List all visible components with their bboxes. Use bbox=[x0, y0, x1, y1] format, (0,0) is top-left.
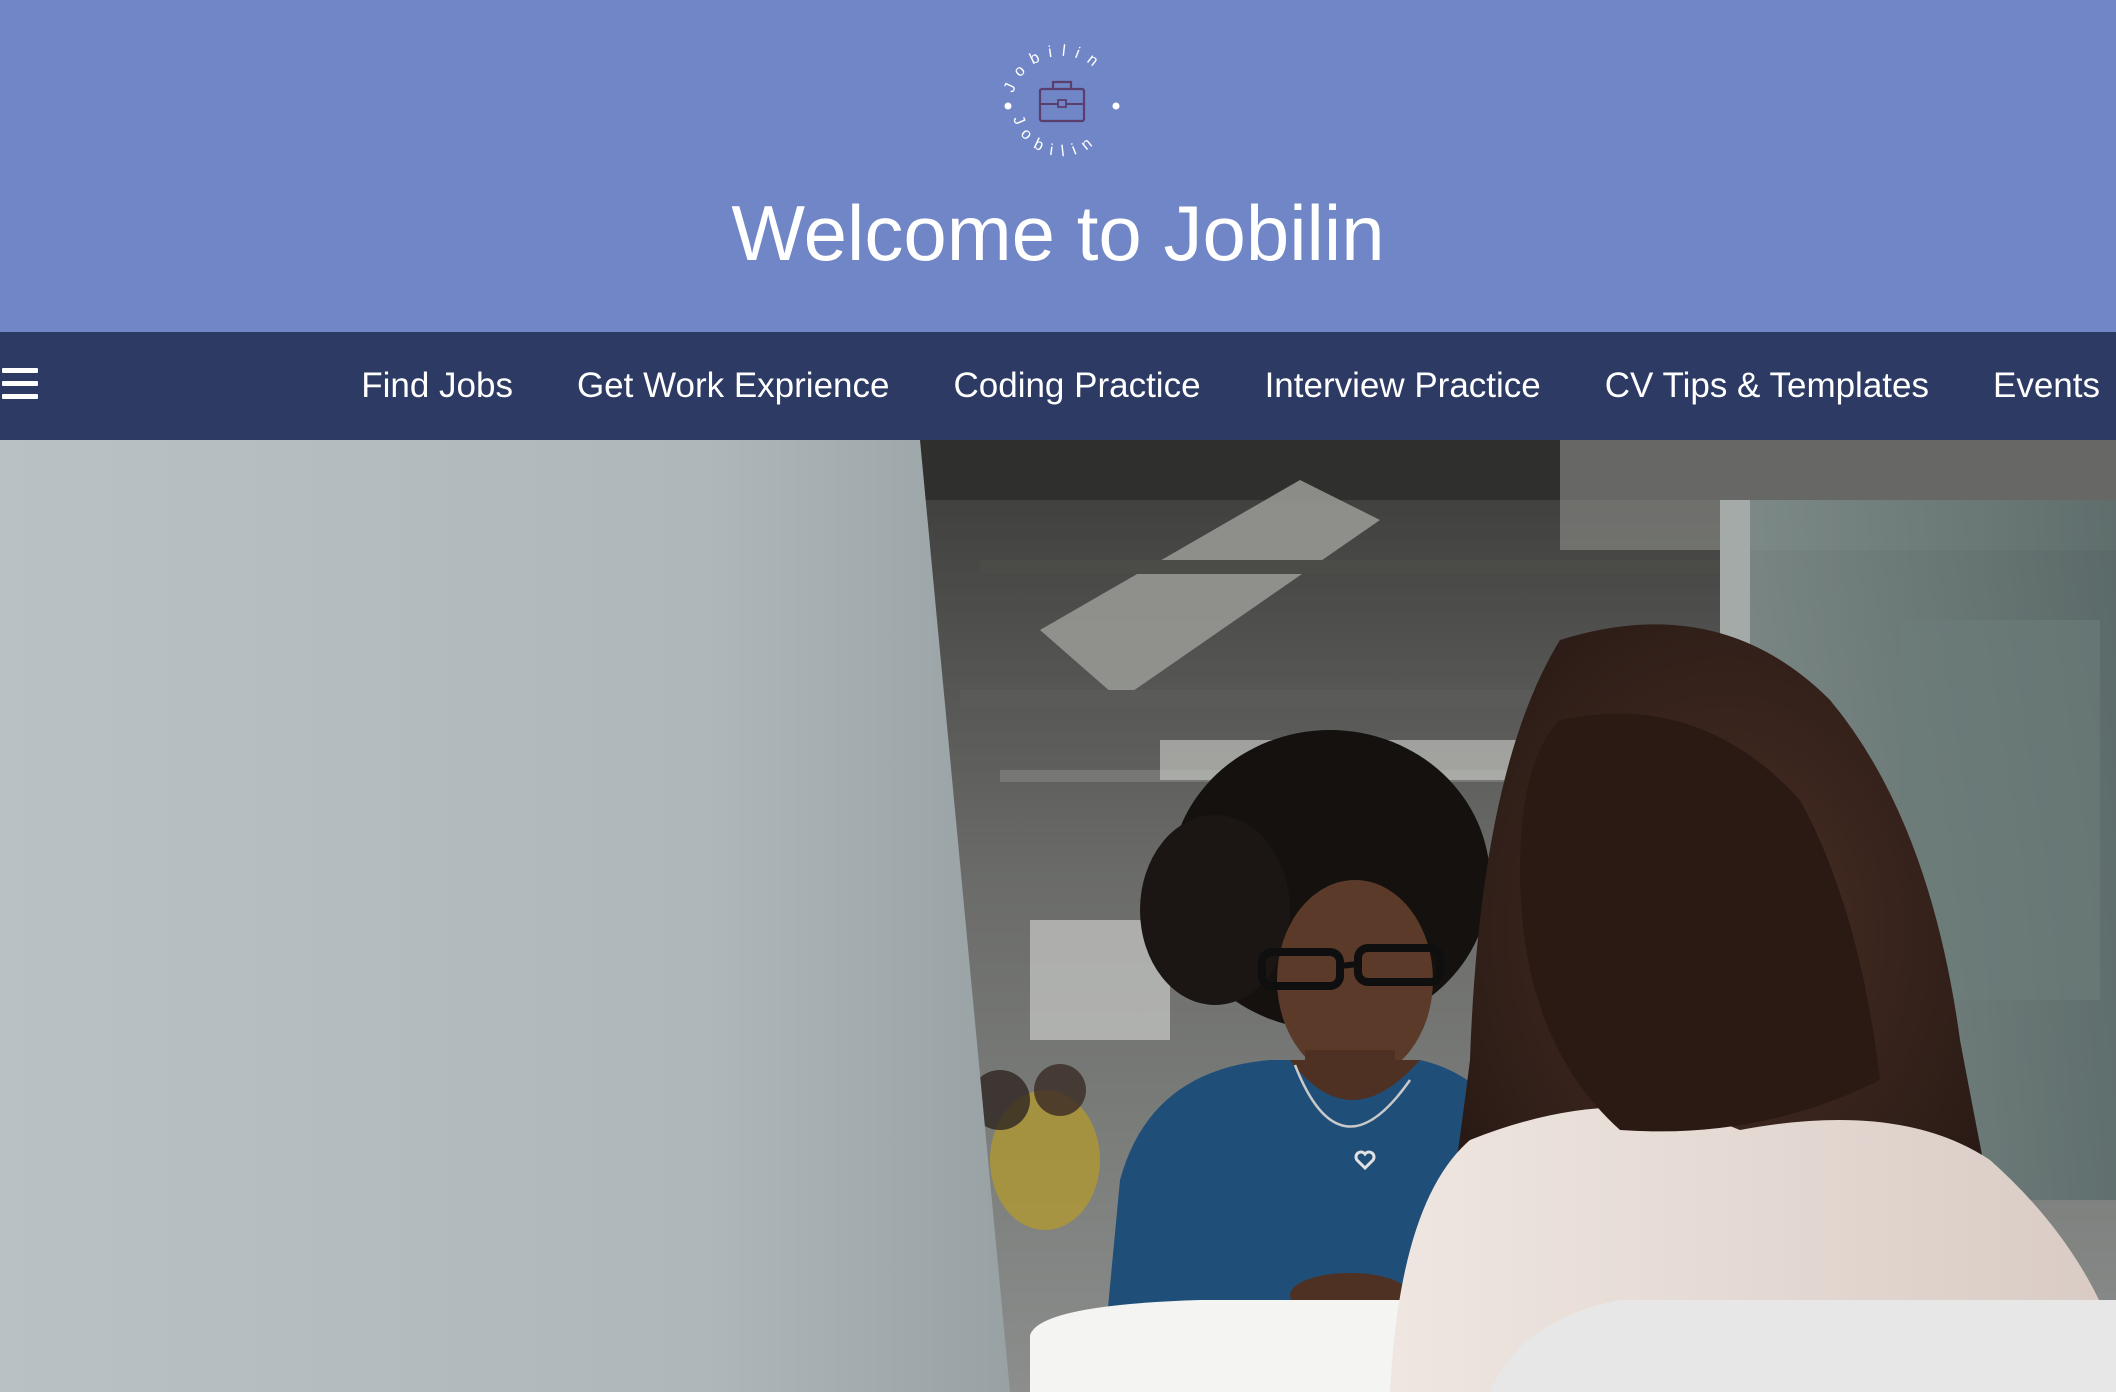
hamburger-menu-icon[interactable] bbox=[0, 366, 40, 406]
site-header: Jobilin Jobilin Welcome to Jobilin bbox=[0, 0, 2116, 332]
interview-photo bbox=[0, 440, 2116, 1392]
briefcase-logo-icon: Jobilin Jobilin bbox=[1001, 43, 1120, 160]
site-logo[interactable]: Jobilin Jobilin bbox=[990, 34, 1134, 178]
page: Jobilin Jobilin Welcome to Jobilin Find … bbox=[0, 0, 2116, 1392]
nav-item-interview-practice[interactable]: Interview Practice bbox=[1233, 332, 1573, 440]
svg-text:Jobilin: Jobilin bbox=[1001, 43, 1108, 95]
nav-item-events[interactable]: Events bbox=[1961, 332, 2116, 440]
nav-item-find-jobs[interactable]: Find Jobs bbox=[329, 332, 545, 440]
nav-links: Find Jobs Get Work Exprience Coding Prac… bbox=[329, 332, 2116, 440]
page-title: Welcome to Jobilin bbox=[731, 189, 1385, 277]
hero-image bbox=[0, 440, 2116, 1392]
main-navbar: Find Jobs Get Work Exprience Coding Prac… bbox=[0, 332, 2116, 440]
nav-item-cv-tips-templates[interactable]: CV Tips & Templates bbox=[1573, 332, 1961, 440]
nav-item-get-work-experience[interactable]: Get Work Exprience bbox=[545, 332, 922, 440]
nav-item-coding-practice[interactable]: Coding Practice bbox=[921, 332, 1232, 440]
logo-ring-text-top: Jobilin bbox=[1001, 43, 1099, 95]
